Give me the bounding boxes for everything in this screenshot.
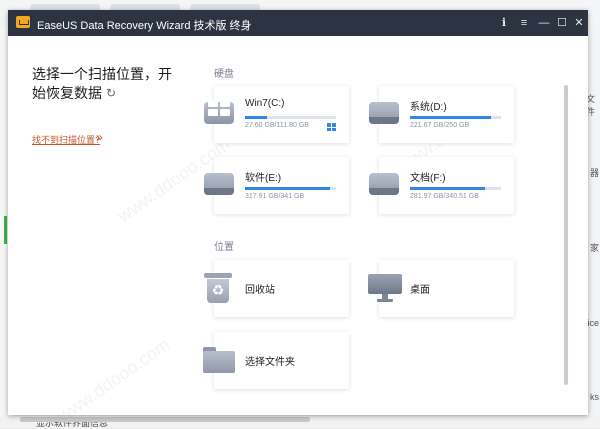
system-drive-icon	[327, 123, 336, 131]
drive-name: 文档(F:)	[410, 173, 446, 184]
page-heading: 选择一个扫描位置，开始恢复数据 ↻	[32, 65, 182, 103]
drive-base	[369, 188, 399, 195]
bg-fragment: 器	[589, 168, 599, 178]
bg-fragment: 家	[589, 243, 599, 253]
info-button[interactable]: ℹ	[496, 15, 512, 31]
drive-card-d[interactable]: 系统(D:) 221.67 GB/250 GB	[369, 86, 514, 143]
close-button[interactable]: ✕	[571, 15, 587, 31]
background-green-bar	[4, 216, 7, 244]
drive-size: 221.67 GB/250 GB	[410, 122, 470, 129]
drive-base	[369, 117, 399, 124]
monitor-foot	[377, 299, 393, 302]
drive-usage-bar	[245, 187, 336, 190]
folder-body	[203, 351, 235, 373]
location-name: 桌面	[410, 285, 430, 296]
app-logo-icon	[16, 16, 30, 28]
drive-card-c[interactable]: Win7(C:) 27.60 GB/111.80 GB	[204, 86, 349, 143]
titlebar[interactable]: EaseUS Data Recovery Wizard 技术版 终身 ℹ ≡ —…	[8, 10, 588, 36]
drive-name: Win7(C:)	[245, 98, 285, 109]
drive-base	[204, 188, 234, 195]
location-card-select-folder[interactable]: 选择文件夹	[203, 332, 349, 389]
hard-drive-icon	[204, 169, 234, 199]
refresh-icon[interactable]: ↻	[106, 84, 116, 103]
window-title: EaseUS Data Recovery Wizard 技术版 终身	[37, 20, 252, 32]
windows-logo-icon	[208, 100, 230, 116]
content-scrollbar[interactable]	[564, 85, 568, 385]
drive-usage-bar	[410, 187, 501, 190]
drive-name: 软件(E:)	[245, 173, 282, 184]
maximize-button[interactable]: ☐	[554, 15, 570, 31]
section-label-locations: 位置	[214, 242, 234, 253]
bg-fragment: ks	[590, 392, 599, 402]
hard-drive-icon	[369, 98, 399, 128]
app-window: EaseUS Data Recovery Wizard 技术版 终身 ℹ ≡ —…	[8, 10, 588, 426]
drive-usage-bar	[410, 116, 501, 119]
menu-button[interactable]: ≡	[516, 15, 532, 31]
minimize-button[interactable]: —	[536, 15, 552, 31]
drive-size: 27.60 GB/111.80 GB	[245, 122, 309, 129]
drive-size: 317.91 GB/341 GB	[245, 193, 305, 200]
section-label-disks: 硬盘	[214, 69, 234, 80]
drive-size: 281.97 GB/340.51 GB	[410, 193, 479, 200]
location-card-desktop[interactable]: 桌面	[368, 260, 514, 317]
monitor-screen	[368, 274, 402, 294]
recycle-bin-icon: ♻	[203, 271, 233, 305]
drive-usage-fill	[245, 187, 330, 190]
drive-usage-fill	[245, 116, 268, 119]
monitor-icon	[368, 274, 402, 302]
bin-lid	[204, 273, 232, 278]
drive-usage-fill	[410, 116, 491, 119]
drive-name: 系统(D:)	[410, 102, 447, 113]
location-card-recycle-bin[interactable]: ♻ 回收站	[204, 260, 349, 317]
location-name: 选择文件夹	[245, 357, 295, 368]
page-heading-text: 选择一个扫描位置，开始恢复数据	[32, 66, 172, 101]
drive-card-e[interactable]: 软件(E:) 317.91 GB/341 GB	[204, 157, 349, 214]
double-chevron-right-icon[interactable]: »	[96, 130, 103, 144]
hard-drive-icon	[204, 98, 234, 128]
folder-icon	[203, 347, 235, 373]
hard-drive-icon	[369, 169, 399, 199]
drive-usage-bar	[245, 116, 336, 119]
drive-usage-fill	[410, 187, 486, 190]
watermark: www.ddooo.com	[53, 334, 174, 427]
drive-card-f[interactable]: 文档(F:) 281.97 GB/340.51 GB	[369, 157, 514, 214]
background-right-strip: 文件 器 家 fice ks	[585, 26, 600, 428]
location-name: 回收站	[245, 285, 275, 296]
cannot-find-location-link[interactable]: 找不到扫描位置?	[32, 133, 100, 146]
recycle-symbol: ♻	[211, 282, 225, 298]
